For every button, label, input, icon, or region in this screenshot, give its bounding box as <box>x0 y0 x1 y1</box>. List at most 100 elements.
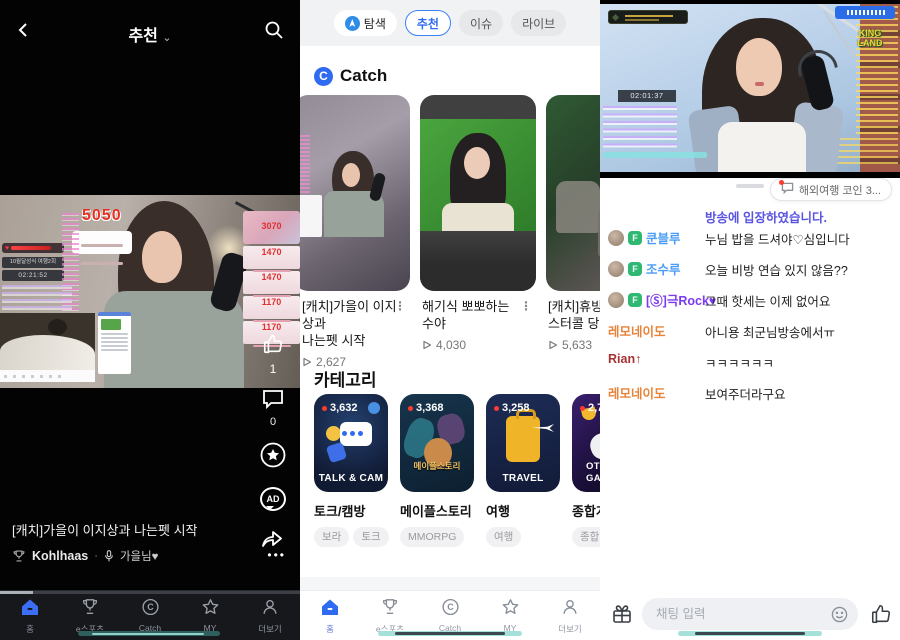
donation-card-stack: 3070 1470 1470 1170 1170 <box>243 211 300 346</box>
catch-card[interactable]: [캐치]가을이 이지상과나는펫 시작 ⋮ 2,627 <box>300 95 410 369</box>
trophy-icon <box>380 598 400 616</box>
catch-card[interactable]: [캐치]휴방인스터콜 당함 5,633 <box>546 95 600 369</box>
subscribe-button[interactable] <box>258 442 288 473</box>
right-panel-livestream: KING LAND 02:01:37 해외여행 코인 3... 방송에 입장하였… <box>600 0 900 640</box>
category-art-maplestory[interactable]: 3,368 메이플스토리 <box>400 394 474 492</box>
nav-more[interactable]: 더보기 <box>240 598 300 640</box>
catch-logo-icon: C <box>314 67 333 86</box>
home-icon <box>20 598 40 616</box>
video-player[interactable]: 5050 ♥ 10월달성식 여행2회 02:21:52 3070 1470 14… <box>0 195 300 388</box>
tab-live[interactable]: 라이브 <box>511 10 566 36</box>
tab-bar: 탐색 추천 이슈 라이브 <box>300 0 600 46</box>
thumbs-up-icon <box>870 603 892 625</box>
chevron-down-icon: ⌄ <box>162 32 171 44</box>
comments-button[interactable]: 0 <box>258 388 288 428</box>
nav-home[interactable]: 홈 <box>300 598 360 640</box>
ad-button[interactable]: AD <box>258 487 288 511</box>
tab-explore[interactable]: 탐색 <box>334 10 397 36</box>
channel-tag: 가을님♥ <box>120 548 159 564</box>
drag-handle[interactable] <box>736 184 764 188</box>
catch-thumbnail[interactable] <box>300 95 410 291</box>
tab-issue[interactable]: 이슈 <box>459 10 503 36</box>
category-card[interactable]: 3,632 TALK & CAM 토크/캠방 보라 토크 <box>314 394 388 547</box>
action-rail: 0 AD <box>258 388 288 568</box>
like-button[interactable]: 1 <box>258 333 288 376</box>
avatar[interactable] <box>608 292 624 308</box>
category-card[interactable]: 3,258 TRAVEL 여행 여행 <box>486 394 560 547</box>
view-count: 5,633 <box>548 338 600 352</box>
donation-card: 1470 <box>243 271 300 294</box>
video-progress-fill <box>0 591 33 594</box>
game-banner-overlay <box>608 10 688 24</box>
streamer-lips <box>755 82 764 86</box>
inset-sleep-video <box>0 313 95 370</box>
category-art-text: TALK & CAM <box>314 473 388 484</box>
pinned-message-button[interactable]: 해외여행 코인 3... <box>770 178 892 201</box>
catch-icon: C <box>441 598 460 616</box>
live-scene: KING LAND 02:01:37 <box>600 4 900 172</box>
donation-card: 3070 <box>243 211 300 244</box>
catch-thumbnail[interactable] <box>420 95 536 291</box>
chat-username[interactable]: 레모네이도 <box>608 383 666 402</box>
star-icon <box>501 598 520 616</box>
category-art-othergames[interactable]: 2,731 OTHER GAMES <box>572 394 600 492</box>
viewer-count: 3,258 <box>502 402 530 414</box>
catch-section-title: Catch <box>340 66 387 86</box>
person-icon <box>561 598 579 616</box>
category-tag[interactable]: 토크 <box>353 527 388 547</box>
chat-username[interactable]: 쿤블루 <box>646 228 681 247</box>
live-dot <box>322 406 327 411</box>
sleeping-person-head <box>48 319 67 335</box>
pinned-message-text: 해외여행 코인 3... <box>799 182 881 198</box>
catch-thumbnail[interactable] <box>546 95 600 291</box>
mic-icon <box>104 550 114 562</box>
catch-card[interactable]: 해기식 뽀뽀하는 수야 ⋮ 4,030 <box>420 95 536 369</box>
category-tag[interactable]: 종합게임 <box>572 527 600 547</box>
ranking-overlay <box>856 6 898 134</box>
like-button[interactable] <box>870 603 892 630</box>
chat-overlay-highlight <box>603 152 707 158</box>
catch-title: [캐치]휴방인스터콜 당함 <box>548 299 600 333</box>
category-tag[interactable]: 여행 <box>486 527 521 547</box>
category-section-title: 카테고리 <box>314 366 377 391</box>
tab-recommended[interactable]: 추천 <box>405 10 451 36</box>
gift-button[interactable] <box>611 603 633 630</box>
catch-card-list: [캐치]가을이 이지상과나는펫 시작 ⋮ 2,627 해기식 뽀뽀하는 수야 <box>300 95 600 369</box>
comment-count: 0 <box>258 416 288 428</box>
search-icon[interactable] <box>264 20 284 45</box>
donation-card: 1170 <box>243 296 300 319</box>
chat-input[interactable] <box>642 598 812 630</box>
chat-username[interactable]: 레모네이도 <box>608 321 666 340</box>
live-video-player[interactable]: KING LAND 02:01:37 <box>600 0 900 178</box>
viewer-count: 2,731 <box>588 402 600 414</box>
avatar[interactable] <box>608 261 624 277</box>
chat-username[interactable]: 조수루 <box>646 259 681 278</box>
channel-row[interactable]: Kohlhaas · 가을님♥ <box>12 548 159 564</box>
kebab-menu-icon[interactable]: ⋮ <box>394 299 406 313</box>
category-art-text: 메이플스토리 <box>400 460 474 472</box>
category-tag[interactable]: 보라 <box>314 527 349 547</box>
middle-panel-discover: 탐색 추천 이슈 라이브 C Catch [캐치] <box>300 0 600 640</box>
video-progress-bar[interactable] <box>0 591 300 594</box>
nav-more[interactable]: 더보기 <box>540 598 600 640</box>
chat-username[interactable]: Rian↑ <box>608 352 641 366</box>
chat-message-list[interactable]: F쿤블루 누님 밥을 드셔야♡심입니다 F조수루 오늘 비방 연습 있지 않음?… <box>600 228 900 414</box>
avatar[interactable] <box>608 230 624 246</box>
feed-title-dropdown[interactable]: 추천 ⌄ <box>0 22 300 46</box>
category-art-text: TRAVEL <box>486 473 560 484</box>
category-tag[interactable]: MMORPG <box>400 527 464 547</box>
kebab-menu-icon[interactable]: ⋮ <box>520 299 532 313</box>
chat-message: F쿤블루 누님 밥을 드셔야♡심입니다 <box>600 228 900 251</box>
category-card[interactable]: 3,368 메이플스토리 메이플스토리 MMORPG <box>400 394 474 547</box>
chat-message: F[Ⓢ]극Rock♥ 그때 핫세는 이제 없어요 <box>600 290 900 313</box>
category-card[interactable]: 2,731 OTHER GAMES 종합게임 종합게임 <box>572 394 600 547</box>
home-indicator <box>678 631 822 636</box>
category-art-travel[interactable]: 3,258 TRAVEL <box>486 394 560 492</box>
share-button[interactable] <box>258 525 288 554</box>
category-name: 종합게임 <box>572 501 600 520</box>
catch-section-header: C Catch <box>314 66 387 86</box>
ad-icon: AD <box>260 487 286 511</box>
nav-home[interactable]: 홈 <box>0 598 60 640</box>
category-art-talkcam[interactable]: 3,632 TALK & CAM <box>314 394 388 492</box>
emoji-button[interactable] <box>831 606 848 628</box>
